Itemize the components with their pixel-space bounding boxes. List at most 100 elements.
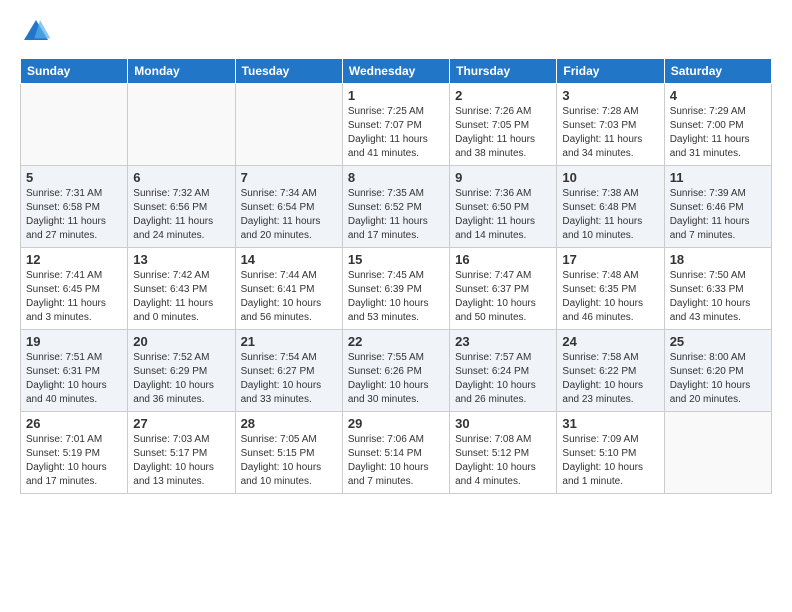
day-number: 3 [562, 88, 658, 103]
day-info: Sunrise: 7:51 AMSunset: 6:31 PMDaylight:… [26, 351, 122, 407]
calendar-cell: 15 Sunrise: 7:45 AMSunset: 6:39 PMDayligh… [342, 248, 449, 330]
calendar-cell: 14 Sunrise: 7:44 AMSunset: 6:41 PMDayligh… [235, 248, 342, 330]
calendar-cell: 2 Sunrise: 7:26 AMSunset: 7:05 PMDaylight… [450, 84, 557, 166]
day-number: 20 [133, 334, 229, 349]
day-info: Sunrise: 7:03 AMSunset: 5:17 PMDaylight:… [133, 433, 229, 489]
day-number: 31 [562, 416, 658, 431]
day-info: Sunrise: 7:41 AMSunset: 6:45 PMDaylight:… [26, 269, 122, 325]
calendar-cell [128, 84, 235, 166]
day-info: Sunrise: 7:28 AMSunset: 7:03 PMDaylight:… [562, 105, 658, 161]
weekday-header-saturday: Saturday [664, 59, 771, 84]
calendar-week-4: 19 Sunrise: 7:51 AMSunset: 6:31 PMDayligh… [21, 330, 772, 412]
weekday-header-monday: Monday [128, 59, 235, 84]
calendar-cell: 29 Sunrise: 7:06 AMSunset: 5:14 PMDayligh… [342, 412, 449, 494]
day-number: 7 [241, 170, 337, 185]
day-number: 18 [670, 252, 766, 267]
day-info: Sunrise: 7:34 AMSunset: 6:54 PMDaylight:… [241, 187, 337, 243]
calendar-cell: 25 Sunrise: 8:00 AMSunset: 6:20 PMDayligh… [664, 330, 771, 412]
calendar-cell: 10 Sunrise: 7:38 AMSunset: 6:48 PMDayligh… [557, 166, 664, 248]
logo-icon [20, 16, 52, 48]
day-number: 2 [455, 88, 551, 103]
calendar-cell: 28 Sunrise: 7:05 AMSunset: 5:15 PMDayligh… [235, 412, 342, 494]
day-info: Sunrise: 8:00 AMSunset: 6:20 PMDaylight:… [670, 351, 766, 407]
weekday-header-thursday: Thursday [450, 59, 557, 84]
day-number: 26 [26, 416, 122, 431]
day-info: Sunrise: 7:54 AMSunset: 6:27 PMDaylight:… [241, 351, 337, 407]
day-info: Sunrise: 7:06 AMSunset: 5:14 PMDaylight:… [348, 433, 444, 489]
calendar-week-3: 12 Sunrise: 7:41 AMSunset: 6:45 PMDayligh… [21, 248, 772, 330]
day-number: 25 [670, 334, 766, 349]
calendar-cell [21, 84, 128, 166]
calendar-cell: 9 Sunrise: 7:36 AMSunset: 6:50 PMDaylight… [450, 166, 557, 248]
calendar-cell: 7 Sunrise: 7:34 AMSunset: 6:54 PMDaylight… [235, 166, 342, 248]
calendar-cell: 18 Sunrise: 7:50 AMSunset: 6:33 PMDayligh… [664, 248, 771, 330]
calendar-cell: 31 Sunrise: 7:09 AMSunset: 5:10 PMDayligh… [557, 412, 664, 494]
day-info: Sunrise: 7:31 AMSunset: 6:58 PMDaylight:… [26, 187, 122, 243]
day-info: Sunrise: 7:52 AMSunset: 6:29 PMDaylight:… [133, 351, 229, 407]
day-number: 1 [348, 88, 444, 103]
calendar-week-2: 5Sunrise: 7:31 AMSunset: 6:58 PMDaylight… [21, 166, 772, 248]
day-number: 15 [348, 252, 444, 267]
day-info: Sunrise: 7:48 AMSunset: 6:35 PMDaylight:… [562, 269, 658, 325]
day-info: Sunrise: 7:09 AMSunset: 5:10 PMDaylight:… [562, 433, 658, 489]
day-info: Sunrise: 7:08 AMSunset: 5:12 PMDaylight:… [455, 433, 551, 489]
day-info: Sunrise: 7:55 AMSunset: 6:26 PMDaylight:… [348, 351, 444, 407]
calendar-week-1: 1 Sunrise: 7:25 AMSunset: 7:07 PMDaylight… [21, 84, 772, 166]
day-info: Sunrise: 7:35 AMSunset: 6:52 PMDaylight:… [348, 187, 444, 243]
page-header [20, 16, 772, 48]
day-number: 17 [562, 252, 658, 267]
day-number: 8 [348, 170, 444, 185]
day-number: 19 [26, 334, 122, 349]
day-number: 11 [670, 170, 766, 185]
day-info: Sunrise: 7:50 AMSunset: 6:33 PMDaylight:… [670, 269, 766, 325]
calendar-cell: 27Sunrise: 7:03 AMSunset: 5:17 PMDayligh… [128, 412, 235, 494]
day-number: 29 [348, 416, 444, 431]
calendar-cell: 30Sunrise: 7:08 AMSunset: 5:12 PMDayligh… [450, 412, 557, 494]
day-number: 6 [133, 170, 229, 185]
day-number: 13 [133, 252, 229, 267]
day-number: 24 [562, 334, 658, 349]
calendar-table: SundayMondayTuesdayWednesdayThursdayFrid… [20, 58, 772, 494]
weekday-header-sunday: Sunday [21, 59, 128, 84]
calendar-cell: 3 Sunrise: 7:28 AMSunset: 7:03 PMDaylight… [557, 84, 664, 166]
calendar-cell: 16 Sunrise: 7:47 AMSunset: 6:37 PMDayligh… [450, 248, 557, 330]
weekday-header-wednesday: Wednesday [342, 59, 449, 84]
day-number: 22 [348, 334, 444, 349]
day-info: Sunrise: 7:29 AMSunset: 7:00 PMDaylight:… [670, 105, 766, 161]
calendar-cell: 24Sunrise: 7:58 AMSunset: 6:22 PMDayligh… [557, 330, 664, 412]
day-info: Sunrise: 7:42 AMSunset: 6:43 PMDaylight:… [133, 269, 229, 325]
calendar-cell: 21 Sunrise: 7:54 AMSunset: 6:27 PMDayligh… [235, 330, 342, 412]
day-number: 16 [455, 252, 551, 267]
weekday-header-tuesday: Tuesday [235, 59, 342, 84]
calendar-cell: 11 Sunrise: 7:39 AMSunset: 6:46 PMDayligh… [664, 166, 771, 248]
day-info: Sunrise: 7:39 AMSunset: 6:46 PMDaylight:… [670, 187, 766, 243]
calendar-cell [664, 412, 771, 494]
calendar-cell: 5Sunrise: 7:31 AMSunset: 6:58 PMDaylight… [21, 166, 128, 248]
day-info: Sunrise: 7:05 AMSunset: 5:15 PMDaylight:… [241, 433, 337, 489]
day-info: Sunrise: 7:25 AMSunset: 7:07 PMDaylight:… [348, 105, 444, 161]
calendar-cell: 12 Sunrise: 7:41 AMSunset: 6:45 PMDayligh… [21, 248, 128, 330]
day-number: 14 [241, 252, 337, 267]
day-info: Sunrise: 7:36 AMSunset: 6:50 PMDaylight:… [455, 187, 551, 243]
day-info: Sunrise: 7:57 AMSunset: 6:24 PMDaylight:… [455, 351, 551, 407]
calendar-week-5: 26Sunrise: 7:01 AMSunset: 5:19 PMDayligh… [21, 412, 772, 494]
day-number: 4 [670, 88, 766, 103]
day-number: 9 [455, 170, 551, 185]
day-info: Sunrise: 7:38 AMSunset: 6:48 PMDaylight:… [562, 187, 658, 243]
calendar-cell: 1 Sunrise: 7:25 AMSunset: 7:07 PMDaylight… [342, 84, 449, 166]
day-number: 12 [26, 252, 122, 267]
day-info: Sunrise: 7:32 AMSunset: 6:56 PMDaylight:… [133, 187, 229, 243]
day-number: 28 [241, 416, 337, 431]
calendar-header-row: SundayMondayTuesdayWednesdayThursdayFrid… [21, 59, 772, 84]
day-number: 10 [562, 170, 658, 185]
day-info: Sunrise: 7:44 AMSunset: 6:41 PMDaylight:… [241, 269, 337, 325]
calendar-cell: 8 Sunrise: 7:35 AMSunset: 6:52 PMDaylight… [342, 166, 449, 248]
day-info: Sunrise: 7:45 AMSunset: 6:39 PMDaylight:… [348, 269, 444, 325]
calendar-cell: 20 Sunrise: 7:52 AMSunset: 6:29 PMDayligh… [128, 330, 235, 412]
day-number: 21 [241, 334, 337, 349]
day-info: Sunrise: 7:26 AMSunset: 7:05 PMDaylight:… [455, 105, 551, 161]
calendar-cell: 23Sunrise: 7:57 AMSunset: 6:24 PMDayligh… [450, 330, 557, 412]
calendar-cell: 26Sunrise: 7:01 AMSunset: 5:19 PMDayligh… [21, 412, 128, 494]
day-info: Sunrise: 7:47 AMSunset: 6:37 PMDaylight:… [455, 269, 551, 325]
logo [20, 16, 58, 48]
